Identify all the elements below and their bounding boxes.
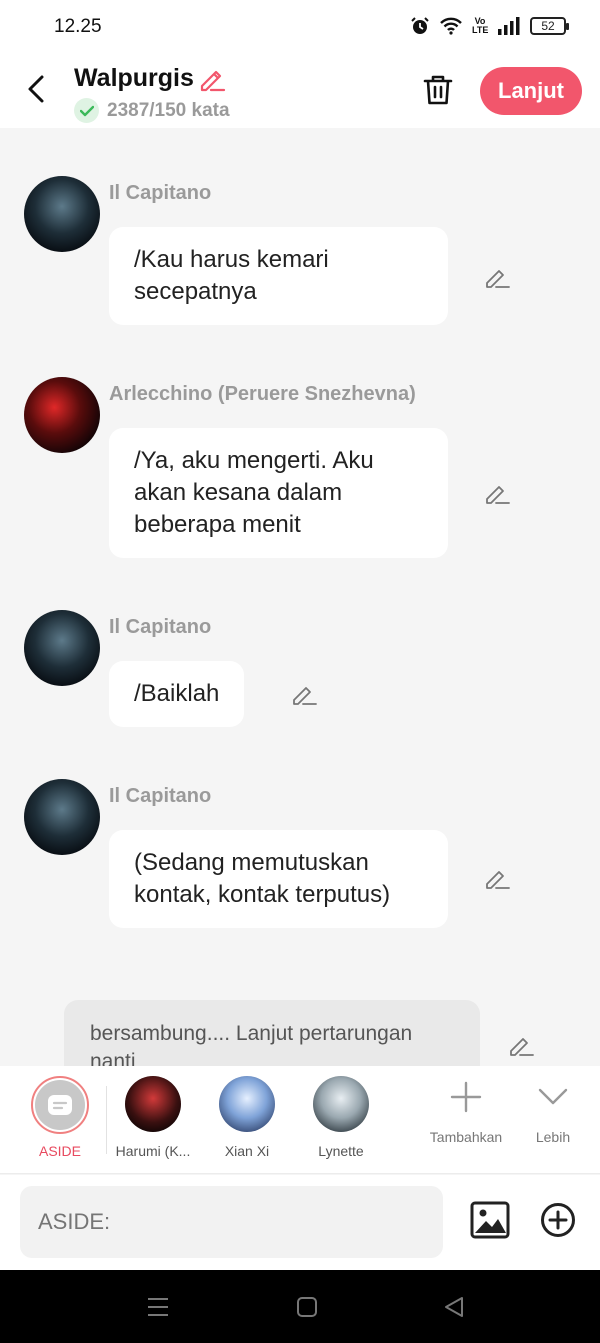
add-label: Tambahkan <box>429 1129 503 1145</box>
edit-icon[interactable] <box>291 683 317 707</box>
avatar[interactable] <box>24 779 100 855</box>
avatar[interactable] <box>24 610 100 686</box>
aside-label: ASIDE <box>38 1143 81 1159</box>
message-icon <box>48 1095 72 1115</box>
alarm-icon <box>411 17 429 34</box>
status-bar: 12.25 Vo LTE 52 <box>0 0 600 54</box>
avatar <box>125 1076 181 1132</box>
home-icon[interactable] <box>296 1296 318 1318</box>
system-nav-bar <box>0 1270 600 1343</box>
avatar[interactable] <box>24 176 100 252</box>
character-name: Lynette <box>318 1143 364 1159</box>
trash-icon[interactable] <box>420 72 456 108</box>
sender-name: Arlecchino (Peruere Snezhevna) <box>109 383 416 405</box>
image-icon[interactable] <box>470 1200 510 1240</box>
avatar[interactable] <box>24 377 100 453</box>
message-input[interactable] <box>20 1186 443 1258</box>
avatar <box>219 1076 275 1132</box>
menu-icon[interactable] <box>146 1296 170 1318</box>
edit-icon[interactable] <box>484 867 510 891</box>
status-time: 12.25 <box>54 16 102 37</box>
chevron-down-icon <box>538 1088 568 1105</box>
wifi-icon <box>440 17 462 35</box>
add-character-button[interactable]: Tambahkan <box>421 1080 511 1145</box>
message-bubble[interactable]: /Ya, aku mengerti. Aku akan kesana dalam… <box>109 428 448 558</box>
check-icon <box>74 98 99 123</box>
add-circle-icon[interactable] <box>540 1202 576 1238</box>
message-bubble[interactable]: /Baiklah <box>109 661 245 727</box>
character-harumi[interactable]: Harumi (K... <box>108 1076 198 1159</box>
sender-name: Il Capitano <box>109 616 212 638</box>
character-bar: ASIDE Harumi (K... Xian Xi Lynette Tamba… <box>0 1066 600 1174</box>
more-button[interactable]: Lebih <box>508 1080 598 1145</box>
back-arrow-icon[interactable] <box>22 72 52 106</box>
plus-icon <box>450 1081 482 1113</box>
character-lynette[interactable]: Lynette <box>296 1076 386 1159</box>
story-title: Walpurgis <box>74 64 194 92</box>
message-bubble[interactable]: /Kau harus kemari secepatnya <box>109 227 448 325</box>
avatar <box>313 1076 369 1132</box>
edit-icon[interactable] <box>508 1034 534 1058</box>
edit-icon[interactable] <box>484 266 510 290</box>
header: Walpurgis 2387/150 kata Lanjut <box>0 54 600 128</box>
edit-icon[interactable] <box>484 482 510 506</box>
word-count-row: 2387/150 kata <box>74 98 230 123</box>
character-name: Xian Xi <box>224 1143 270 1159</box>
message-bubble[interactable]: (Sedang memutuskan kontak, kontak terput… <box>109 830 448 928</box>
divider <box>106 1086 107 1154</box>
signal-icon <box>498 17 520 35</box>
back-triangle-icon[interactable] <box>442 1296 466 1318</box>
status-icons: Vo LTE 52 <box>410 16 569 36</box>
battery-icon: 52 <box>530 17 569 35</box>
aside-selector[interactable]: ASIDE <box>15 1076 105 1159</box>
narration-bubble[interactable]: bersambung.... Lanjut pertarungan nanti <box>64 1000 480 1066</box>
edit-title-icon[interactable] <box>198 64 226 92</box>
more-label: Lebih <box>535 1129 571 1145</box>
aside-avatar <box>31 1076 89 1134</box>
sender-name: Il Capitano <box>109 785 212 807</box>
next-button[interactable]: Lanjut <box>480 67 582 115</box>
sender-name: Il Capitano <box>109 182 212 204</box>
character-xian-xi[interactable]: Xian Xi <box>202 1076 292 1159</box>
input-area <box>0 1175 600 1270</box>
network-type: Vo LTE <box>472 16 489 35</box>
word-count: 2387/150 kata <box>107 99 230 121</box>
character-name: Harumi (K... <box>115 1143 191 1159</box>
